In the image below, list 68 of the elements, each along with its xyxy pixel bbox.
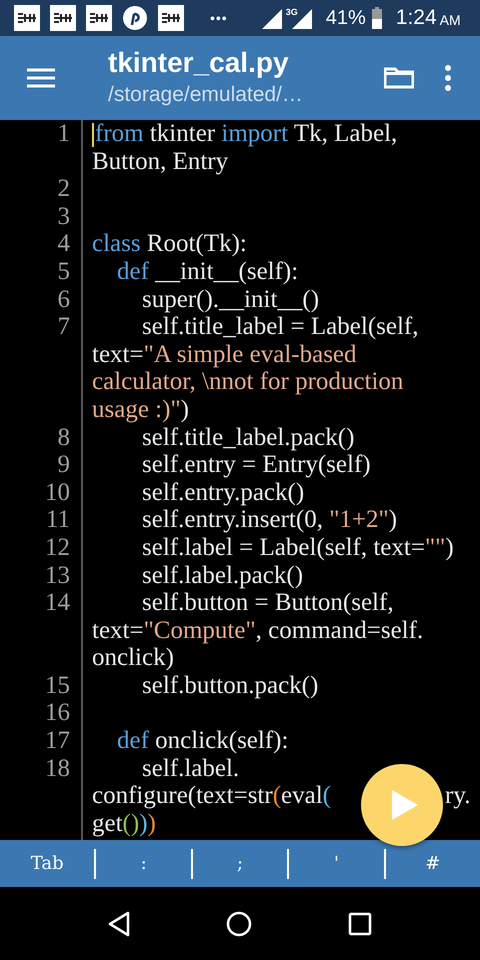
recents-icon [348, 912, 372, 936]
code-line: text="A simple eval-based [92, 340, 357, 368]
code-line: usage :)") [92, 396, 189, 423]
network-type: 3G [286, 7, 298, 17]
line-number: 15 [44, 672, 70, 700]
code-line: self.title_label.pack() [141, 424, 354, 451]
code-line: super().__init__() [141, 286, 320, 313]
line-number: 2 [56, 175, 70, 203]
battery-icon [372, 7, 382, 29]
key-button[interactable]: # [386, 850, 480, 878]
line-number: 1 [56, 120, 70, 149]
line-number: 18 [44, 754, 70, 784]
line-number: 17 [44, 727, 70, 755]
code-line: self.entry.insert(0, "1+2") [141, 506, 398, 534]
code-line: self.label = Label(self, text="") [141, 534, 454, 561]
code-line: def onclick(self): [116, 727, 288, 754]
news-icon [86, 5, 112, 31]
menu-icon [27, 68, 55, 88]
line-number: 4 [56, 230, 70, 258]
line-number: 3 [56, 202, 70, 230]
code-line: self.entry = Entry(self) [141, 451, 371, 478]
more-notifications: ••• [210, 10, 228, 26]
line-number: 10 [44, 478, 70, 506]
key-button[interactable]: Tab [0, 850, 94, 878]
code-line: onclick) [92, 644, 174, 672]
battery-percent: 41% [326, 6, 366, 30]
line-number: 6 [56, 286, 70, 314]
news-icon [50, 5, 76, 31]
line-number: 8 [56, 424, 70, 452]
clock-meridiem: AM [440, 12, 461, 28]
key-button[interactable]: ' [289, 850, 384, 878]
code-line: self.entry.pack() [141, 478, 304, 506]
line-number: 14 [44, 589, 70, 618]
key-button[interactable]: ; [192, 850, 288, 878]
code-line: self.button.pack() [141, 672, 318, 699]
line-number: 5 [56, 258, 70, 286]
code-line: calculator, \nnot for production [92, 368, 404, 396]
code-line: from tkinter import Tk, Label, [92, 120, 398, 147]
key-button[interactable]: : [96, 850, 191, 878]
news-icon [158, 5, 184, 31]
code-line: ry. [445, 782, 470, 810]
pin-icon [122, 5, 148, 31]
file-path: /storage/emulated/… [108, 82, 304, 108]
code-line: Button, Entry [92, 148, 228, 175]
back-icon [108, 910, 130, 936]
folder-icon [384, 66, 414, 90]
news-icon [14, 5, 40, 31]
code-line: get())) [92, 810, 156, 837]
code-line: self.button = Button(self, [141, 589, 394, 616]
line-number: 9 [56, 451, 70, 479]
line-number: 16 [44, 699, 70, 728]
code-line: self.title_label = Label(self, [141, 313, 418, 340]
signal-icon [262, 7, 284, 29]
code-line: text="Compute", command=self. [92, 616, 424, 644]
line-number: 7 [56, 313, 70, 342]
more-vertical-icon [444, 65, 452, 91]
code-line: self.label.pack() [141, 562, 304, 588]
line-number: 12 [44, 534, 70, 562]
file-title: tkinter_cal.py [108, 46, 290, 80]
code-line: def __init__(self): [116, 258, 298, 285]
play-icon [390, 788, 420, 822]
code-line: self.label. [141, 754, 240, 782]
clock-time: 1:24 [396, 6, 437, 30]
line-number: 13 [44, 562, 70, 590]
line-number: 11 [44, 506, 70, 534]
home-icon [226, 910, 252, 936]
code-line: configure(text=str(eval( [92, 782, 331, 810]
code-line: class Root(Tk): [92, 230, 247, 258]
